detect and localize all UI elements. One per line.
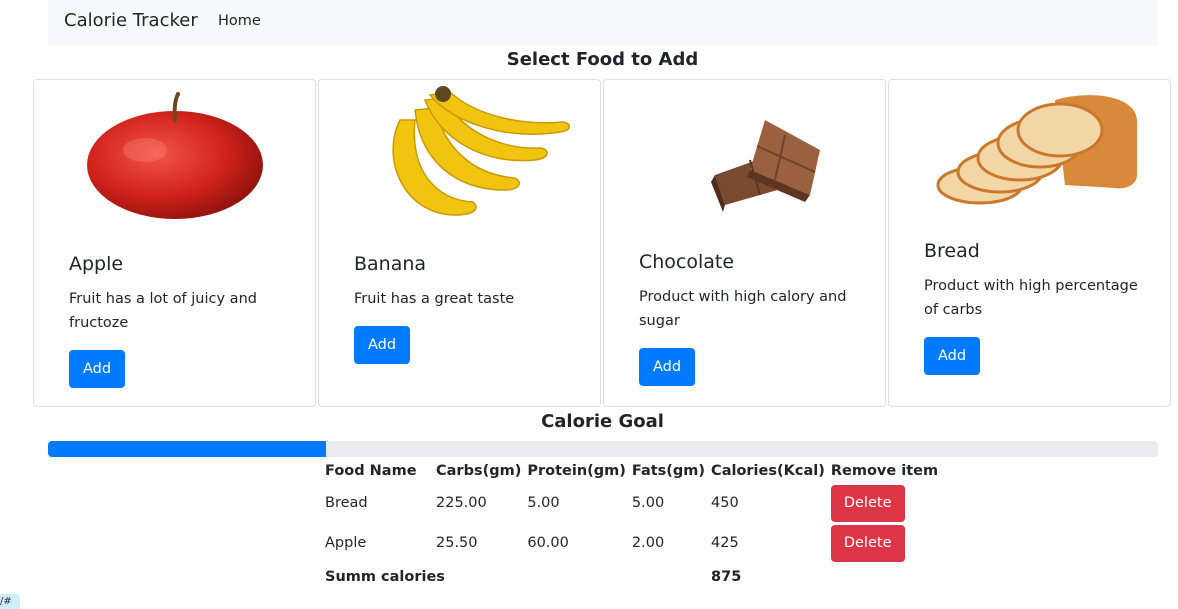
table-header-row: Food Name Carbs(gm) Protein(gm) Fats(gm)… [322,458,941,483]
table-row: Bread 225.00 5.00 5.00 450 Delete [322,483,941,523]
header-protein: Protein(gm) [527,462,626,479]
food-table: Food Name Carbs(gm) Protein(gm) Fats(gm)… [322,458,941,590]
cell-protein: 5.00 [527,495,560,511]
cell-food-name: Bread [325,495,368,511]
chocolate-image [604,80,885,230]
cell-remove: Delete [828,483,941,523]
cell-food-name: Apple [325,535,367,551]
navbar: Calorie Tracker Home [48,0,1158,46]
table-row: Apple 25.50 60.00 2.00 425 Delete [322,523,941,563]
food-name: Banana [354,253,427,275]
cell-carbs: 225.00 [436,495,487,511]
food-name: Apple [69,253,124,275]
add-apple-button[interactable]: Add [69,350,126,388]
status-url-tag: /# [0,594,20,609]
food-description: Fruit has a great taste [354,291,515,307]
food-description: Product with high calory and sugar [639,289,847,329]
header-carbs: Carbs(gm) [436,462,522,479]
food-card-bread: Bread Product with high percentage of ca… [888,79,1171,407]
cell-calories: 425 [711,535,739,551]
sum-value: 875 [711,568,742,585]
banana-image [319,80,600,230]
delete-bread-button[interactable]: Delete [830,484,905,522]
food-name: Chocolate [639,251,735,273]
header-calories: Calories(Kcal) [711,462,825,479]
nav-link-home[interactable]: Home [218,11,261,31]
food-description: Product with high percentage of carbs [924,278,1138,318]
calorie-progress [48,441,1158,457]
delete-apple-button[interactable]: Delete [830,524,905,562]
food-card-apple: Apple Fruit has a lot of juicy and fruct… [33,79,316,407]
bread-image [889,80,1170,230]
header-remove: Remove item [830,462,939,479]
add-banana-button[interactable]: Add [354,326,411,364]
sum-row: Summ calories 875 [322,563,941,590]
food-name: Bread [924,240,980,262]
calorie-goal-title: Calorie Goal [541,411,664,432]
header-fats: Fats(gm) [631,462,706,479]
select-food-title: Select Food to Add [506,49,699,70]
header-food-name: Food Name [325,462,417,479]
navbar-brand[interactable]: Calorie Tracker [64,9,198,33]
food-card-chocolate: Chocolate Product with high calory and s… [603,79,886,407]
cell-fats: 2.00 [631,535,665,551]
cell-carbs: 25.50 [436,535,478,551]
cell-remove: Delete [828,523,941,563]
add-chocolate-button[interactable]: Add [639,348,696,386]
cell-fats: 5.00 [631,495,665,511]
apple-image [34,80,315,230]
cell-calories: 450 [711,495,739,511]
food-card-banana: Banana Fruit has a great taste Add [318,79,601,407]
add-bread-button[interactable]: Add [924,337,981,375]
calorie-progress-bar [48,441,326,457]
food-description: Fruit has a lot of juicy and fructoze [69,291,257,331]
cell-protein: 60.00 [527,535,569,551]
sum-label: Summ calories [325,568,445,585]
